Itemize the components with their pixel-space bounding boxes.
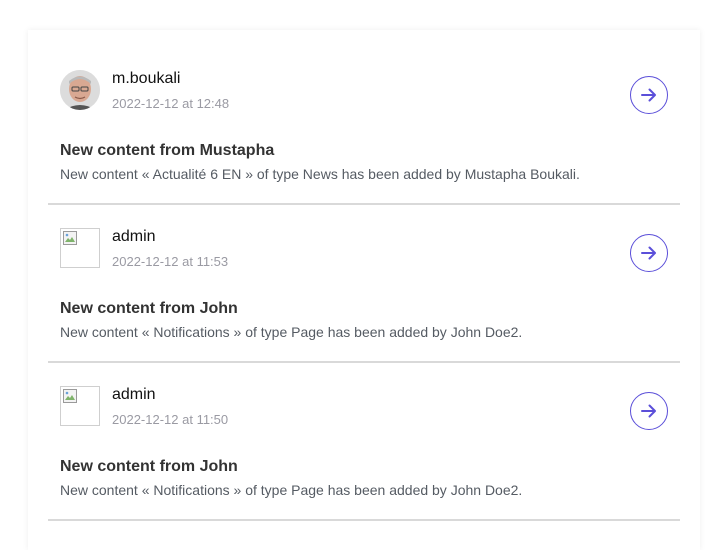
user-photo-icon (60, 70, 100, 110)
notification-item: admin 2022-12-12 at 11:53 New content fr… (48, 203, 680, 363)
arrow-right-icon (641, 88, 656, 102)
notification-description: New content « Actualité 6 EN » of type N… (60, 166, 580, 182)
timestamp: 2022-12-12 at 11:53 (112, 254, 229, 269)
open-notification-button[interactable] (630, 76, 668, 114)
timestamp: 2022-12-12 at 11:50 (112, 412, 229, 427)
broken-image-icon (63, 231, 77, 245)
broken-image-icon (63, 389, 77, 403)
notification-item: admin 2022-12-12 at 11:50 New content fr… (48, 361, 680, 521)
username: admin (112, 386, 156, 403)
notifications-panel: m.boukali 2022-12-12 at 12:48 New conten… (28, 30, 700, 550)
username: admin (112, 228, 156, 245)
arrow-right-icon (641, 404, 656, 418)
notification-title: New content from John (60, 458, 238, 475)
notification-description: New content « Notifications » of type Pa… (60, 324, 523, 340)
notification-description: New content « Notifications » of type Pa… (60, 482, 523, 498)
avatar (60, 70, 100, 110)
arrow-right-icon (641, 246, 656, 260)
avatar (60, 228, 100, 268)
notification-title: New content from Mustapha (60, 142, 275, 159)
notification-title: New content from John (60, 300, 238, 317)
avatar (60, 386, 100, 426)
open-notification-button[interactable] (630, 392, 668, 430)
open-notification-button[interactable] (630, 234, 668, 272)
username: m.boukali (112, 70, 181, 87)
notification-item: m.boukali 2022-12-12 at 12:48 New conten… (48, 45, 680, 205)
timestamp: 2022-12-12 at 12:48 (112, 96, 230, 111)
